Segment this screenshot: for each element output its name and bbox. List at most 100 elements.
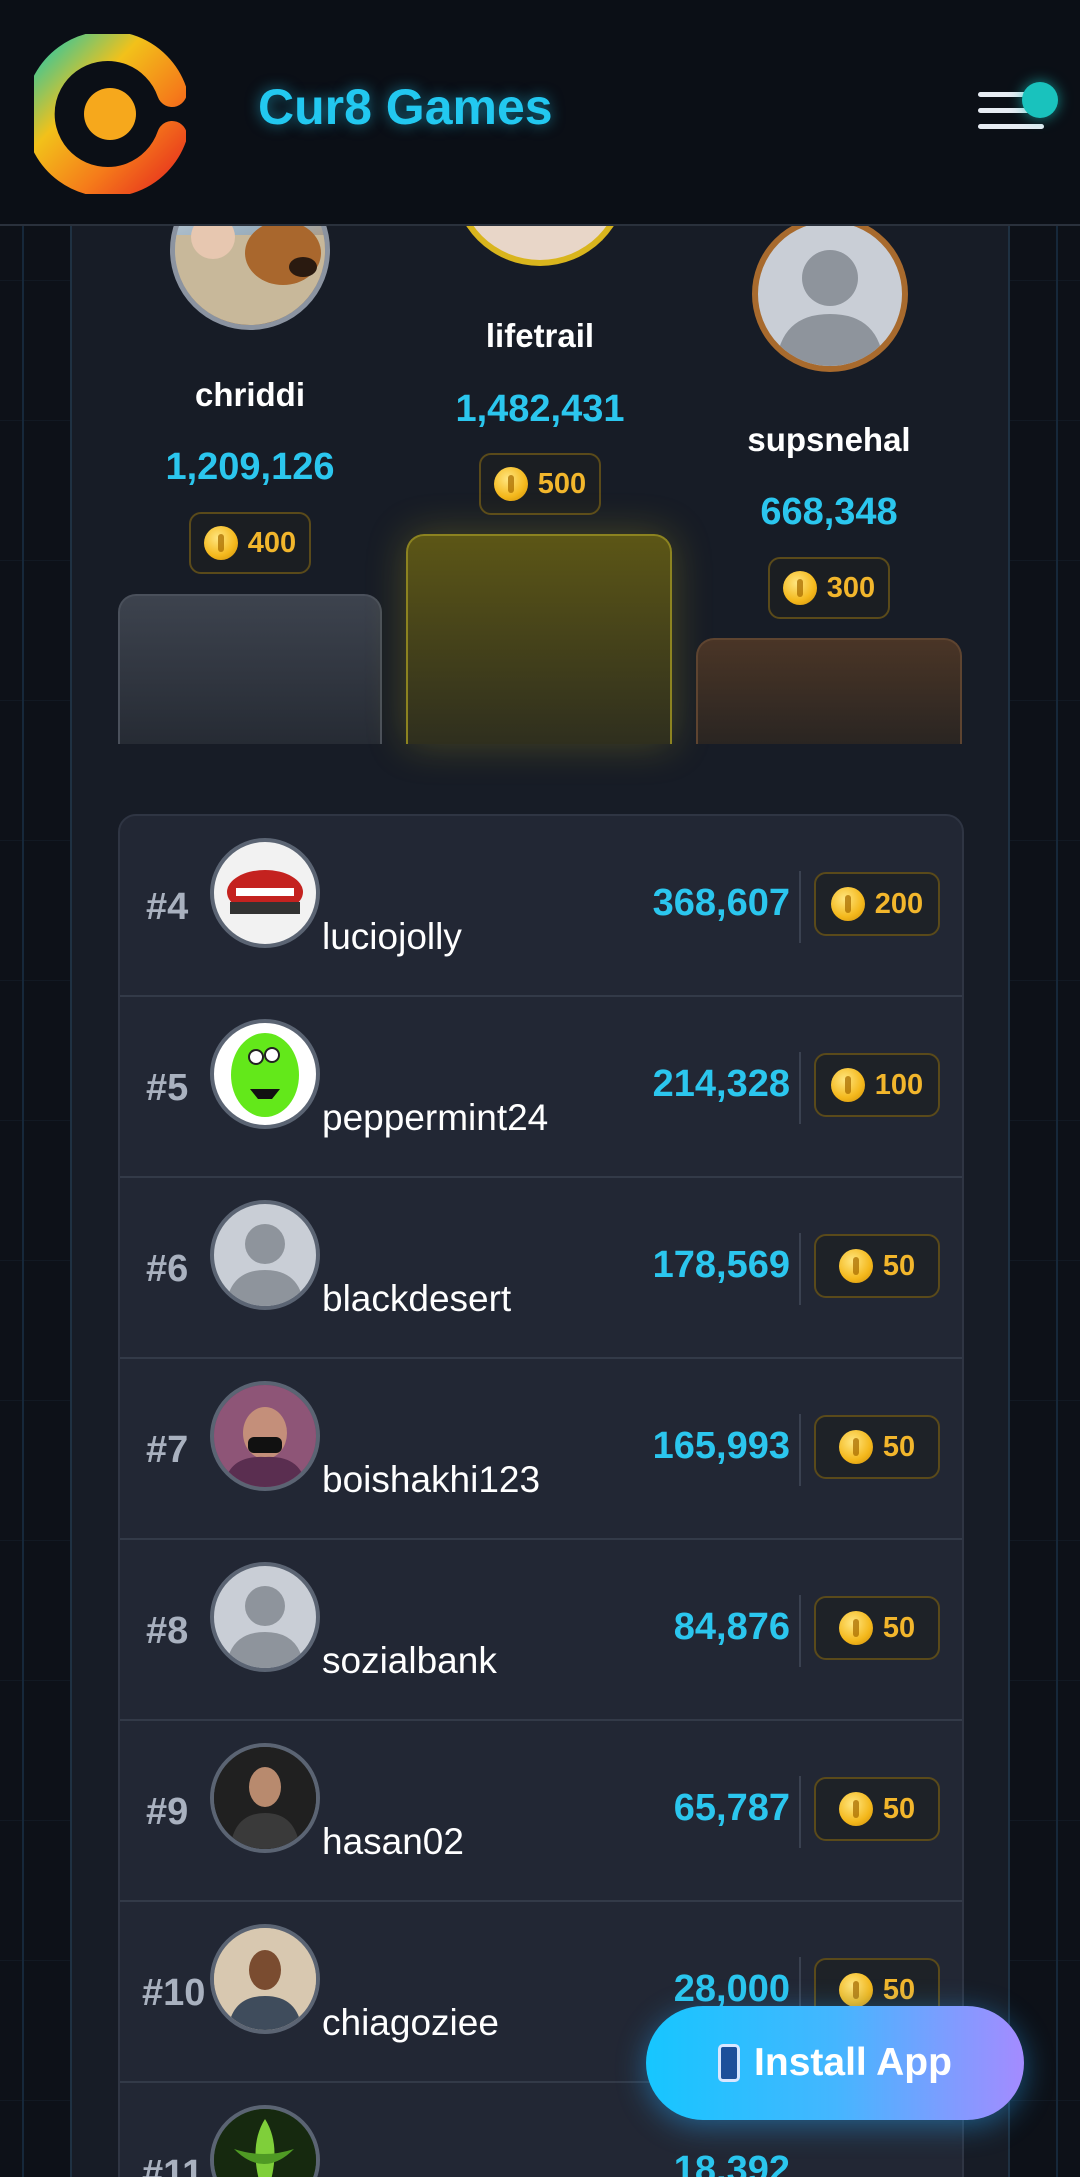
rank-label: #8 <box>146 1610 189 1652</box>
podium-score-3: 668,348 <box>760 491 898 533</box>
divider <box>799 1595 801 1667</box>
cur8-logo-icon[interactable] <box>34 34 186 194</box>
default-user-icon <box>226 1224 304 1306</box>
reward-value: 50 <box>882 1792 916 1825</box>
username[interactable]: sozialbank <box>322 1640 497 1682</box>
divider <box>799 1776 801 1848</box>
podium-reward-2: 400 <box>189 512 311 574</box>
leaderboard-row[interactable]: #4 luciojolly 368,607 200 <box>120 816 962 997</box>
username[interactable]: peppermint24 <box>322 1097 548 1139</box>
leaderboard-row[interactable]: #8 sozialbank 84,876 50 <box>120 1540 962 1721</box>
reward-value: 100 <box>874 1068 924 1101</box>
coin-icon <box>838 1611 873 1645</box>
user-avatar[interactable] <box>210 1200 320 1310</box>
score-value: 368,607 <box>652 882 790 924</box>
leaderboard-list: #4 luciojolly 368,607 200 #5 peppermint2… <box>118 814 964 2177</box>
score-value: 18,392 <box>673 2149 790 2177</box>
reward-badge: 100 <box>814 1053 940 1117</box>
coin-icon <box>838 1792 873 1826</box>
reward-value: 200 <box>874 887 924 920</box>
side-line-right <box>1056 226 1058 2177</box>
leaderboard-row[interactable]: #9 hasan02 65,787 50 <box>120 1721 962 1902</box>
coin-icon <box>203 526 238 560</box>
coin-icon <box>493 467 528 501</box>
user-avatar[interactable] <box>210 1381 320 1491</box>
podium-block-gold <box>406 534 672 744</box>
user-avatar[interactable] <box>210 838 320 948</box>
score-value: 84,876 <box>673 1606 790 1648</box>
reward-value: 50 <box>882 1611 916 1644</box>
username[interactable]: boishakhi123 <box>322 1459 540 1501</box>
person-photo-icon <box>214 1928 316 2030</box>
install-app-label: Install App <box>754 2041 952 2084</box>
person-photo-icon <box>214 1747 316 1849</box>
podium-score-2: 1,209,126 <box>165 446 335 488</box>
user-avatar[interactable] <box>210 1019 320 1129</box>
rank-label: #9 <box>146 1791 189 1833</box>
podium-reward-value-3: 300 <box>826 571 876 604</box>
score-value: 214,328 <box>652 1063 790 1105</box>
divider <box>799 1233 801 1305</box>
podium-block-bronze <box>696 638 962 744</box>
reward-badge: 50 <box>814 1596 940 1660</box>
podium-name-1: lifetrail <box>485 317 595 354</box>
coin-icon <box>830 1068 865 1102</box>
podium-reward-value-2: 400 <box>247 526 297 559</box>
username[interactable]: luciojolly <box>322 916 462 958</box>
username[interactable]: chiagoziee <box>322 2002 499 2044</box>
reward-badge: 50 <box>814 1777 940 1841</box>
divider <box>799 1414 801 1486</box>
podium-name-3: supsnehal <box>747 421 911 458</box>
rank-label: #11 <box>142 2153 204 2177</box>
podium-block-silver <box>118 594 382 744</box>
reward-value: 50 <box>882 1249 916 1282</box>
rank-label: #5 <box>146 1067 189 1109</box>
user-avatar[interactable] <box>210 1562 320 1672</box>
rank-label: #6 <box>146 1248 189 1290</box>
podium-score-1: 1,482,431 <box>455 388 625 430</box>
username[interactable]: blackdesert <box>322 1278 511 1320</box>
coin-icon <box>838 1249 873 1283</box>
user-avatar[interactable] <box>210 2105 320 2177</box>
reward-badge: 50 <box>814 1415 940 1479</box>
score-value: 28,000 <box>673 1968 790 2010</box>
user-avatar[interactable] <box>210 1743 320 1853</box>
default-user-icon <box>776 250 884 366</box>
score-value: 65,787 <box>673 1787 790 1829</box>
leaderboard-row[interactable]: #7 boishakhi123 165,993 50 <box>120 1359 962 1540</box>
coin-icon <box>838 1430 873 1464</box>
score-value: 165,993 <box>652 1425 790 1467</box>
username[interactable]: hasan02 <box>322 1821 464 1863</box>
leaderboard-row[interactable]: #5 peppermint24 214,328 100 <box>120 997 962 1178</box>
podium-reward-1: 500 <box>479 453 601 515</box>
leaf-art-icon <box>214 2109 316 2177</box>
divider <box>799 871 801 943</box>
lips-logo-icon <box>227 870 303 914</box>
leaderboard-row[interactable]: #6 blackdesert 178,569 50 <box>120 1178 962 1359</box>
phone-icon <box>718 2044 741 2082</box>
person-photo-icon <box>214 1385 316 1487</box>
side-line-left <box>22 226 24 2177</box>
user-avatar[interactable] <box>210 1924 320 2034</box>
coin-icon <box>838 1973 873 2007</box>
default-user-icon <box>226 1586 304 1668</box>
menu-bar <box>978 124 1044 129</box>
coin-icon <box>782 571 817 605</box>
install-app-button[interactable]: Install App <box>646 2006 1024 2120</box>
reward-badge: 200 <box>814 872 940 936</box>
rank-label: #4 <box>146 886 189 928</box>
podium-reward-3: 300 <box>768 557 890 619</box>
rank-label: #10 <box>142 1972 206 2014</box>
divider <box>799 1052 801 1124</box>
reward-badge: 50 <box>814 1234 940 1298</box>
green-blob-icon <box>231 1033 299 1117</box>
notification-dot-icon <box>1022 82 1058 118</box>
reward-value: 50 <box>882 1430 916 1463</box>
reward-value: 50 <box>882 1973 916 2006</box>
score-value: 178,569 <box>652 1244 790 1286</box>
rank-label: #7 <box>146 1429 189 1471</box>
avatar-supsnehal[interactable] <box>752 216 908 372</box>
podium-name-2: chriddi <box>194 376 305 413</box>
coin-icon <box>830 887 865 921</box>
brand-title: Cur8 Games <box>258 79 553 135</box>
